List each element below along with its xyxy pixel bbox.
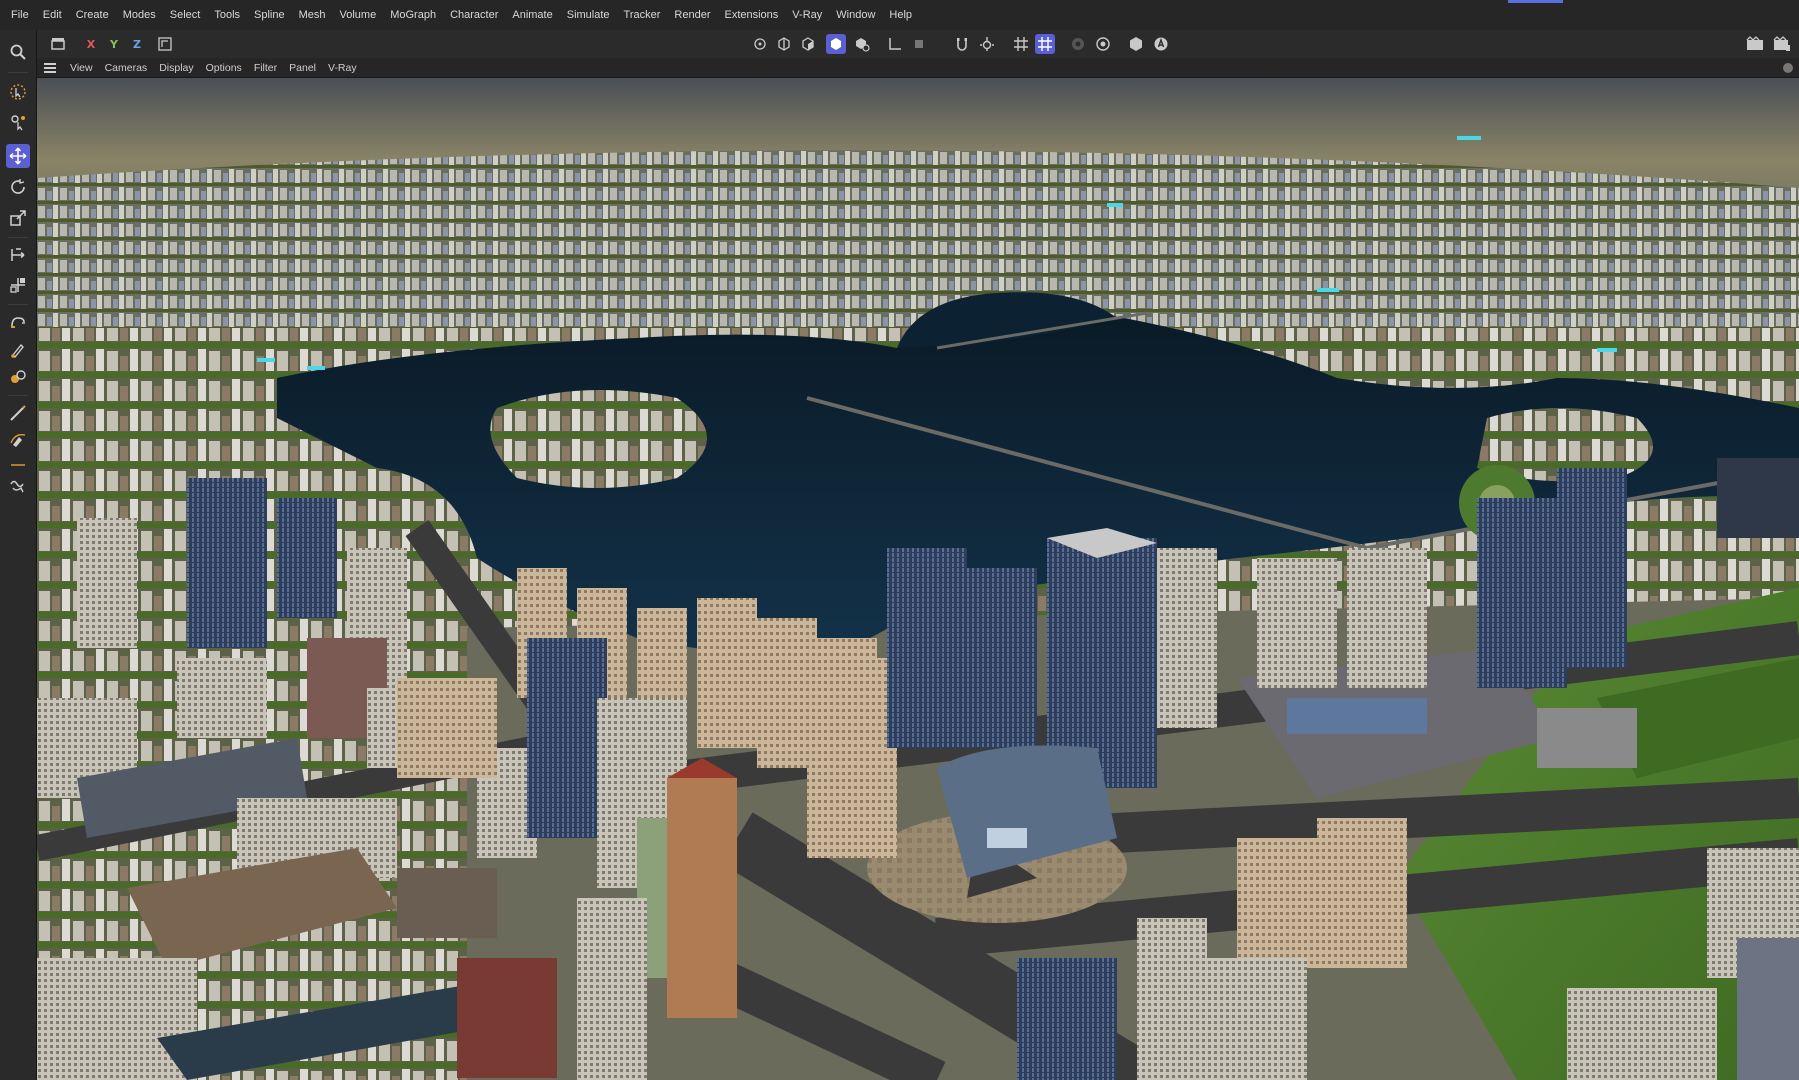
menu-file[interactable]: File — [4, 9, 36, 21]
polygons-mode-icon[interactable] — [798, 34, 818, 54]
menu-help[interactable]: Help — [882, 9, 919, 21]
menu-vray[interactable]: V-Ray — [785, 9, 829, 21]
spline-pen-icon[interactable] — [6, 428, 30, 452]
x-axis-lock-button[interactable]: X — [81, 34, 101, 54]
viewport-menu-vray[interactable]: V-Ray — [322, 62, 363, 74]
align-icon[interactable] — [6, 273, 30, 297]
move-icon[interactable] — [6, 144, 30, 168]
undo-icon[interactable] — [48, 34, 68, 54]
selection-tools-icon[interactable] — [6, 110, 30, 134]
texture-mode-icon[interactable] — [852, 34, 872, 54]
menu-edit[interactable]: Edit — [36, 9, 69, 21]
tool-palette — [0, 30, 37, 1080]
axis-mode-icon[interactable] — [885, 34, 905, 54]
vray-render-icon[interactable] — [1151, 34, 1171, 54]
vray-icon[interactable] — [1126, 34, 1146, 54]
menu-spline[interactable]: Spline — [247, 9, 292, 21]
menu-window[interactable]: Window — [829, 9, 882, 21]
main-toolbar: X Y Z — [0, 30, 1799, 58]
city-scene-render — [37, 78, 1799, 1080]
viewport-menu-cameras[interactable]: Cameras — [99, 62, 154, 74]
viewport-menu-display[interactable]: Display — [153, 62, 199, 74]
menu-mograph[interactable]: MoGraph — [383, 9, 443, 21]
render-queue-icon[interactable] — [1772, 34, 1792, 54]
points-mode-icon[interactable] — [750, 34, 770, 54]
search-icon[interactable] — [6, 40, 30, 64]
enable-snap-icon[interactable] — [952, 34, 972, 54]
viewport-menu-options[interactable]: Options — [200, 62, 248, 74]
brush-icon[interactable] — [6, 338, 30, 362]
magnet-icon[interactable] — [6, 311, 30, 335]
paint-icon[interactable] — [6, 365, 30, 389]
menu-volume[interactable]: Volume — [333, 9, 384, 21]
menu-bar: File Edit Create Modes Select Tools Spli… — [0, 0, 1799, 31]
transform-icon[interactable] — [6, 243, 30, 267]
scale-icon[interactable] — [6, 206, 30, 230]
menu-extensions[interactable]: Extensions — [717, 9, 785, 21]
menu-simulate[interactable]: Simulate — [560, 9, 617, 21]
sketch-icon[interactable] — [6, 450, 30, 474]
z-axis-lock-button[interactable]: Z — [127, 34, 147, 54]
viewport-hamburger-icon[interactable] — [44, 62, 58, 73]
render-settings-icon[interactable] — [1093, 34, 1113, 54]
menu-create[interactable]: Create — [69, 9, 116, 21]
viewport-navigation-icon[interactable] — [1783, 62, 1793, 73]
rotate-icon[interactable] — [6, 175, 30, 199]
smooth-icon[interactable] — [6, 473, 30, 497]
grid-icon[interactable] — [1011, 34, 1031, 54]
viewport-menu-filter[interactable]: Filter — [248, 62, 283, 74]
render-region-icon[interactable] — [1068, 34, 1088, 54]
live-selection-icon[interactable] — [6, 80, 30, 104]
workplane-icon[interactable] — [1035, 34, 1055, 54]
menu-mesh[interactable]: Mesh — [292, 9, 333, 21]
menu-tools[interactable]: Tools — [207, 9, 247, 21]
menu-modes[interactable]: Modes — [116, 9, 163, 21]
menu-tracker[interactable]: Tracker — [617, 9, 668, 21]
3d-viewport[interactable] — [37, 78, 1799, 1080]
snap-settings-icon[interactable] — [977, 34, 997, 54]
knife-icon[interactable] — [6, 401, 30, 425]
menu-animate[interactable]: Animate — [505, 9, 559, 21]
layout-tab-indicator — [1508, 0, 1563, 3]
y-axis-lock-button[interactable]: Y — [104, 34, 124, 54]
solo-icon[interactable] — [909, 34, 929, 54]
menu-character[interactable]: Character — [443, 9, 505, 21]
object-mode-icon[interactable] — [826, 34, 846, 54]
viewport-menu-view[interactable]: View — [64, 62, 99, 74]
viewport-menu-panel[interactable]: Panel — [283, 62, 322, 74]
menu-select[interactable]: Select — [163, 9, 208, 21]
render-view-icon[interactable] — [1745, 34, 1765, 54]
menu-render[interactable]: Render — [667, 9, 717, 21]
edges-mode-icon[interactable] — [774, 34, 794, 54]
viewport-menu-bar: View Cameras Display Options Filter Pane… — [36, 58, 1799, 78]
coordinate-system-icon[interactable] — [155, 34, 175, 54]
